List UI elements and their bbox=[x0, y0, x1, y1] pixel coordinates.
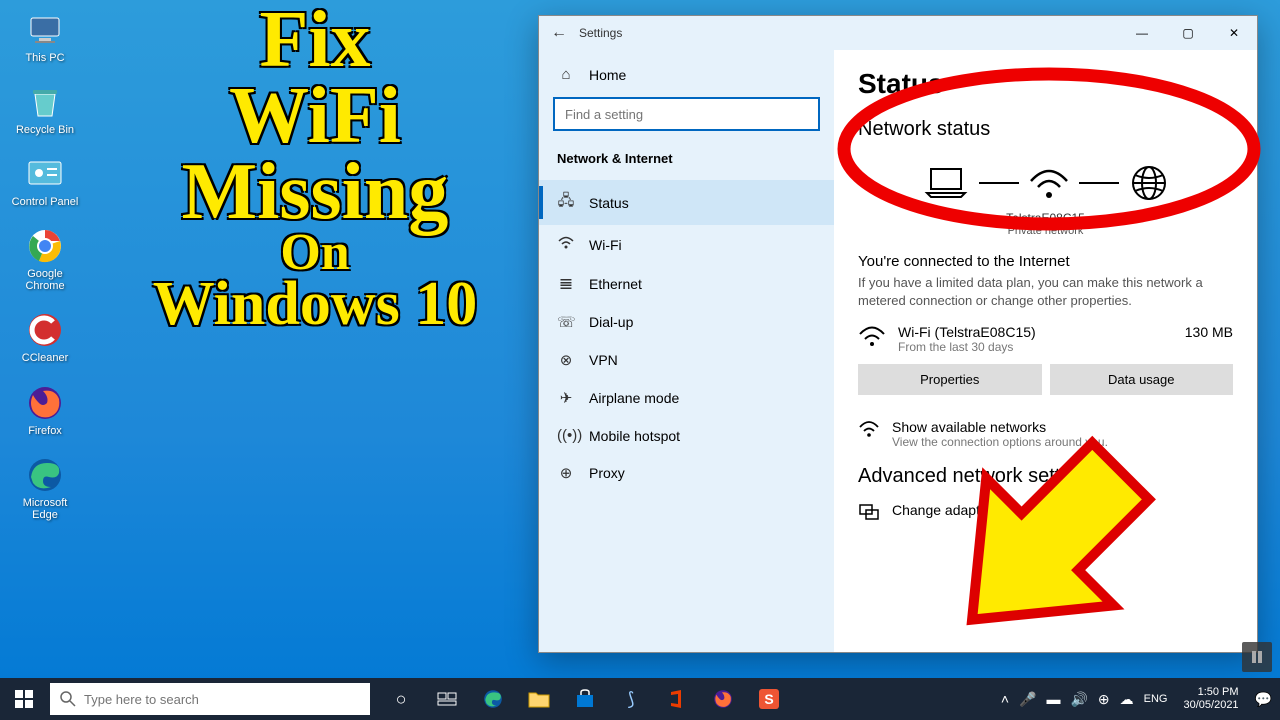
tray-chevron-icon[interactable]: ˄ bbox=[1001, 691, 1009, 707]
nav-status[interactable]: 🖧 Status bbox=[539, 180, 834, 225]
task-view-icon[interactable] bbox=[424, 678, 470, 720]
taskbar-pinned-apps: ○ ⟆ S bbox=[378, 678, 792, 720]
network-name-block: TelstraE08C15 Private network bbox=[858, 211, 1233, 237]
page-heading: Status bbox=[858, 68, 1233, 100]
edge-icon bbox=[25, 455, 65, 495]
section-label: Network & Internet bbox=[539, 143, 834, 180]
tray-language[interactable]: ENG bbox=[1144, 693, 1168, 705]
settings-content: Status Network status TelstraE08C15 Priv… bbox=[834, 50, 1257, 652]
taskbar-search-input[interactable] bbox=[84, 692, 360, 707]
hotspot-icon: ((•)) bbox=[557, 427, 575, 444]
proxy-icon: ⊕ bbox=[557, 464, 575, 482]
control-panel-icon bbox=[25, 154, 65, 194]
tray-mic-icon[interactable]: 🎤 bbox=[1019, 691, 1036, 708]
search-icon bbox=[60, 691, 76, 707]
taskbar-snagit-icon[interactable]: S bbox=[746, 678, 792, 720]
settings-search-input[interactable] bbox=[553, 97, 820, 131]
taskbar-firefox-icon[interactable] bbox=[700, 678, 746, 720]
tray-onedrive-icon[interactable]: ☁ bbox=[1120, 691, 1134, 708]
status-icon: 🖧 bbox=[557, 190, 575, 215]
ethernet-icon: 𝌆 bbox=[557, 275, 575, 293]
wifi-small-icon bbox=[858, 324, 886, 348]
nav-dialup[interactable]: ☏ Dial-up bbox=[539, 303, 834, 341]
tray-battery-icon[interactable]: ▬ bbox=[1046, 691, 1060, 707]
nav-proxy[interactable]: ⊕ Proxy bbox=[539, 454, 834, 492]
nav-wifi[interactable]: Wi-Fi bbox=[539, 225, 834, 265]
data-usage-button[interactable]: Data usage bbox=[1050, 364, 1234, 395]
desktop-icon-ccleaner[interactable]: CCleaner bbox=[10, 310, 80, 364]
wifi-diagram-icon bbox=[1029, 165, 1069, 201]
pause-indicator bbox=[1242, 642, 1272, 672]
firefox-icon bbox=[25, 383, 65, 423]
vpn-icon: ⊗ bbox=[557, 351, 575, 369]
taskbar-search[interactable] bbox=[50, 683, 370, 715]
desktop-icon-this-pc[interactable]: This PC bbox=[10, 10, 80, 64]
desktop-icon-firefox[interactable]: Firefox bbox=[10, 383, 80, 437]
laptop-icon bbox=[923, 165, 969, 201]
network-diagram bbox=[858, 159, 1233, 213]
dialup-icon: ☏ bbox=[557, 313, 575, 331]
nav-hotspot[interactable]: ((•)) Mobile hotspot bbox=[539, 417, 834, 454]
nav-home[interactable]: ⌂ Home bbox=[539, 56, 834, 93]
adapter-icon bbox=[858, 502, 880, 522]
taskbar-explorer-icon[interactable] bbox=[516, 678, 562, 720]
desktop-icon-edge[interactable]: Microsoft Edge bbox=[10, 455, 80, 521]
globe-icon bbox=[1129, 163, 1169, 203]
recycle-bin-icon bbox=[25, 82, 65, 122]
close-button[interactable]: ✕ bbox=[1211, 16, 1257, 50]
wifi-icon bbox=[557, 235, 575, 255]
properties-button[interactable]: Properties bbox=[858, 364, 1042, 395]
tray-notifications-icon[interactable]: 💬 bbox=[1255, 691, 1272, 708]
nav-ethernet[interactable]: 𝌆 Ethernet bbox=[539, 265, 834, 303]
back-button[interactable]: ← bbox=[539, 24, 579, 42]
desktop-icons-column: This PC Recycle Bin Control Panel Google… bbox=[10, 10, 80, 521]
cortana-icon[interactable]: ○ bbox=[378, 678, 424, 720]
advanced-heading: Advanced network settings bbox=[858, 465, 1233, 488]
connected-title: You're connected to the Internet bbox=[858, 253, 1233, 270]
desktop-background: This PC Recycle Bin Control Panel Google… bbox=[0, 0, 1280, 720]
taskbar: ○ ⟆ S ˄ 🎤 ▬ 🔊 ⊕ ☁ ENG 1:50 PM 30/05/2021… bbox=[0, 678, 1280, 720]
minimize-button[interactable]: ― bbox=[1119, 16, 1165, 50]
settings-sidebar: ⌂ Home Network & Internet 🖧 Status Wi-Fi… bbox=[539, 50, 834, 652]
tray-volume-icon[interactable]: 🔊 bbox=[1070, 691, 1087, 708]
settings-window: ← Settings ― ▢ ✕ ⌂ Home Network & Intern… bbox=[538, 15, 1258, 653]
home-icon: ⌂ bbox=[557, 66, 575, 83]
data-amount: 130 MB bbox=[1185, 324, 1233, 340]
window-title: Settings bbox=[579, 26, 622, 40]
desktop-icon-recycle-bin[interactable]: Recycle Bin bbox=[10, 82, 80, 136]
ccleaner-icon bbox=[25, 310, 65, 350]
desktop-icon-control-panel[interactable]: Control Panel bbox=[10, 154, 80, 208]
pc-icon bbox=[25, 10, 65, 50]
maximize-button[interactable]: ▢ bbox=[1165, 16, 1211, 50]
nav-vpn[interactable]: ⊗ VPN bbox=[539, 341, 834, 379]
connected-desc: If you have a limited data plan, you can… bbox=[858, 274, 1233, 310]
start-button[interactable] bbox=[0, 678, 48, 720]
taskbar-office-icon[interactable] bbox=[654, 678, 700, 720]
system-tray: ˄ 🎤 ▬ 🔊 ⊕ ☁ ENG 1:50 PM 30/05/2021 💬 bbox=[1001, 686, 1280, 711]
tutorial-overlay-text: Fix WiFi Missing On Windows 10 bbox=[110, 2, 520, 333]
adapter-row: Wi-Fi (TelstraE08C15) From the last 30 d… bbox=[858, 324, 1233, 354]
taskbar-app1-icon[interactable]: ⟆ bbox=[608, 678, 654, 720]
svg-text:S: S bbox=[764, 691, 773, 707]
tray-network-icon[interactable]: ⊕ bbox=[1098, 691, 1110, 708]
chrome-icon bbox=[25, 226, 65, 266]
airplane-icon: ✈ bbox=[557, 389, 575, 407]
nav-airplane[interactable]: ✈ Airplane mode bbox=[539, 379, 834, 417]
taskbar-store-icon[interactable] bbox=[562, 678, 608, 720]
taskbar-edge-icon[interactable] bbox=[470, 678, 516, 720]
windows-logo-icon bbox=[15, 690, 33, 708]
desktop-icon-chrome[interactable]: Google Chrome bbox=[10, 226, 80, 292]
taskbar-clock[interactable]: 1:50 PM 30/05/2021 bbox=[1178, 686, 1245, 711]
wifi-link-icon bbox=[858, 419, 880, 439]
change-adapter-link[interactable]: Change adapter options bbox=[858, 502, 1233, 522]
section-heading: Network status bbox=[858, 118, 1233, 141]
titlebar: ← Settings ― ▢ ✕ bbox=[539, 16, 1257, 50]
show-networks-link[interactable]: Show available networks View the connect… bbox=[858, 419, 1233, 449]
